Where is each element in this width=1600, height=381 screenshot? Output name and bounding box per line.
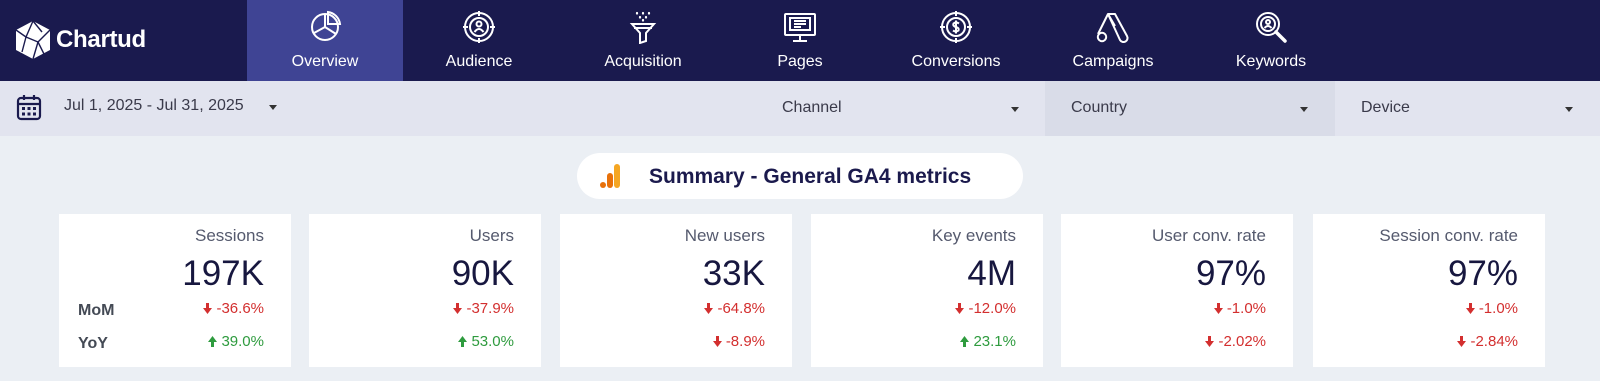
tab-label: Audience	[445, 53, 513, 70]
tab-keywords[interactable]: Keywords	[1193, 0, 1349, 81]
yoy-value: -2.84%	[1470, 333, 1518, 350]
tab-audience[interactable]: Audience	[401, 0, 557, 81]
arrow-up-icon	[208, 336, 218, 347]
mom-value: -12.0%	[968, 300, 1016, 317]
yoy-value: 39.0%	[221, 333, 264, 350]
mom-value: -1.0%	[1478, 300, 1518, 317]
arrow-down-icon	[1457, 336, 1467, 347]
device-filter-label: Device	[1361, 99, 1410, 116]
metric-value: 33K	[702, 254, 765, 293]
mom-change: -36.6%	[203, 300, 264, 317]
metric-value: 97%	[1447, 254, 1518, 293]
metric-value: 4M	[967, 254, 1016, 293]
summary-header: Summary - General GA4 metrics	[577, 153, 1023, 199]
yoy-value: 53.0%	[471, 333, 514, 350]
country-filter[interactable]: Country	[1045, 81, 1335, 136]
metric-card-users: Users 90K -37.9% 53.0%	[309, 214, 541, 367]
tab-conversions[interactable]: Conversions	[878, 0, 1034, 81]
channel-filter-label: Channel	[782, 99, 842, 116]
tab-label: Keywords	[1235, 53, 1307, 70]
mom-value: -37.9%	[466, 300, 514, 317]
chevron-down-icon	[1011, 107, 1019, 112]
mom-change: -64.8%	[704, 300, 765, 317]
metric-card-key-events: Key events 4M -12.0% 23.1%	[811, 214, 1043, 367]
yoy-change: 53.0%	[458, 333, 514, 350]
mom-value: -64.8%	[717, 300, 765, 317]
dollar-target-icon	[936, 7, 976, 47]
date-range-value: Jul 1, 2025 - Jul 31, 2025	[64, 97, 244, 114]
chevron-down-icon	[1300, 107, 1308, 112]
metric-card-sessions: Sessions 197K MoM YoY -36.6% 39.0%	[59, 214, 291, 367]
device-filter[interactable]: Device	[1335, 81, 1600, 136]
arrow-down-icon	[712, 336, 722, 347]
yoy-label: YoY	[78, 335, 108, 352]
filter-bar: Jul 1, 2025 - Jul 31, 2025 Channel Count…	[0, 81, 1600, 136]
arrow-down-icon	[1205, 336, 1215, 347]
logo-icon	[15, 20, 51, 60]
yoy-value: 23.1%	[973, 333, 1016, 350]
magnifier-keyword-icon	[1251, 7, 1291, 47]
arrow-down-icon	[1213, 303, 1223, 314]
yoy-change: 23.1%	[960, 333, 1016, 350]
mom-label: MoM	[78, 302, 115, 319]
date-range-picker[interactable]: Jul 1, 2025 - Jul 31, 2025	[0, 81, 300, 136]
arrow-down-icon	[203, 303, 213, 314]
brand-logo[interactable]: Chartud	[14, 20, 146, 60]
tab-pages[interactable]: Pages	[722, 0, 878, 81]
arrow-up-icon	[960, 336, 970, 347]
funnel-icon	[623, 7, 663, 47]
top-navigation: Chartud Overview Audience Acquisition Pa…	[0, 0, 1600, 81]
mom-value: -1.0%	[1226, 300, 1266, 317]
tab-acquisition[interactable]: Acquisition	[565, 0, 721, 81]
yoy-value: -2.02%	[1218, 333, 1266, 350]
tab-overview[interactable]: Overview	[247, 0, 403, 81]
yoy-change: -8.9%	[712, 333, 765, 350]
mom-change: -1.0%	[1465, 300, 1518, 317]
metric-value: 97%	[1195, 254, 1266, 293]
mom-change: -37.9%	[453, 300, 514, 317]
google-ads-icon	[1093, 7, 1133, 47]
tab-campaigns[interactable]: Campaigns	[1035, 0, 1191, 81]
country-filter-label: Country	[1071, 99, 1128, 116]
calendar-icon	[16, 95, 42, 121]
monitor-page-icon	[780, 7, 820, 47]
arrow-down-icon	[453, 303, 463, 314]
summary-title: Summary - General GA4 metrics	[649, 165, 972, 188]
metric-value: 197K	[182, 254, 264, 293]
yoy-change: 39.0%	[208, 333, 264, 350]
metric-title: Users	[469, 226, 514, 245]
audience-target-icon	[459, 7, 499, 47]
pie-chart-icon	[305, 7, 345, 47]
mom-change: -12.0%	[955, 300, 1016, 317]
yoy-value: -8.9%	[725, 333, 765, 350]
metric-value: 90K	[451, 254, 514, 293]
mom-change: -1.0%	[1213, 300, 1266, 317]
metric-title: User conv. rate	[1151, 226, 1266, 245]
chevron-down-icon	[269, 105, 277, 110]
metric-card-new-users: New users 33K -64.8% -8.9%	[560, 214, 792, 367]
brand-name: Chartud	[56, 26, 146, 53]
metric-title: Sessions	[195, 226, 264, 245]
tab-label: Conversions	[911, 53, 1001, 70]
tab-label: Pages	[777, 53, 823, 70]
tab-label: Campaigns	[1072, 53, 1154, 70]
tab-label: Acquisition	[604, 53, 682, 70]
yoy-change: -2.84%	[1457, 333, 1518, 350]
arrow-down-icon	[704, 303, 714, 314]
channel-filter[interactable]: Channel	[756, 81, 1046, 136]
analytics-bars-icon	[600, 164, 620, 188]
tab-label: Overview	[291, 53, 359, 70]
metric-card-session-conv-rate: Session conv. rate 97% -1.0% -2.84%	[1313, 214, 1545, 367]
metric-title: Session conv. rate	[1379, 226, 1518, 245]
arrow-down-icon	[1465, 303, 1475, 314]
chevron-down-icon	[1565, 107, 1573, 112]
metric-card-user-conv-rate: User conv. rate 97% -1.0% -2.02%	[1061, 214, 1293, 367]
yoy-change: -2.02%	[1205, 333, 1266, 350]
metric-title: New users	[684, 226, 765, 245]
arrow-up-icon	[458, 336, 468, 347]
arrow-down-icon	[955, 303, 965, 314]
metric-title: Key events	[931, 226, 1016, 245]
mom-value: -36.6%	[216, 300, 264, 317]
